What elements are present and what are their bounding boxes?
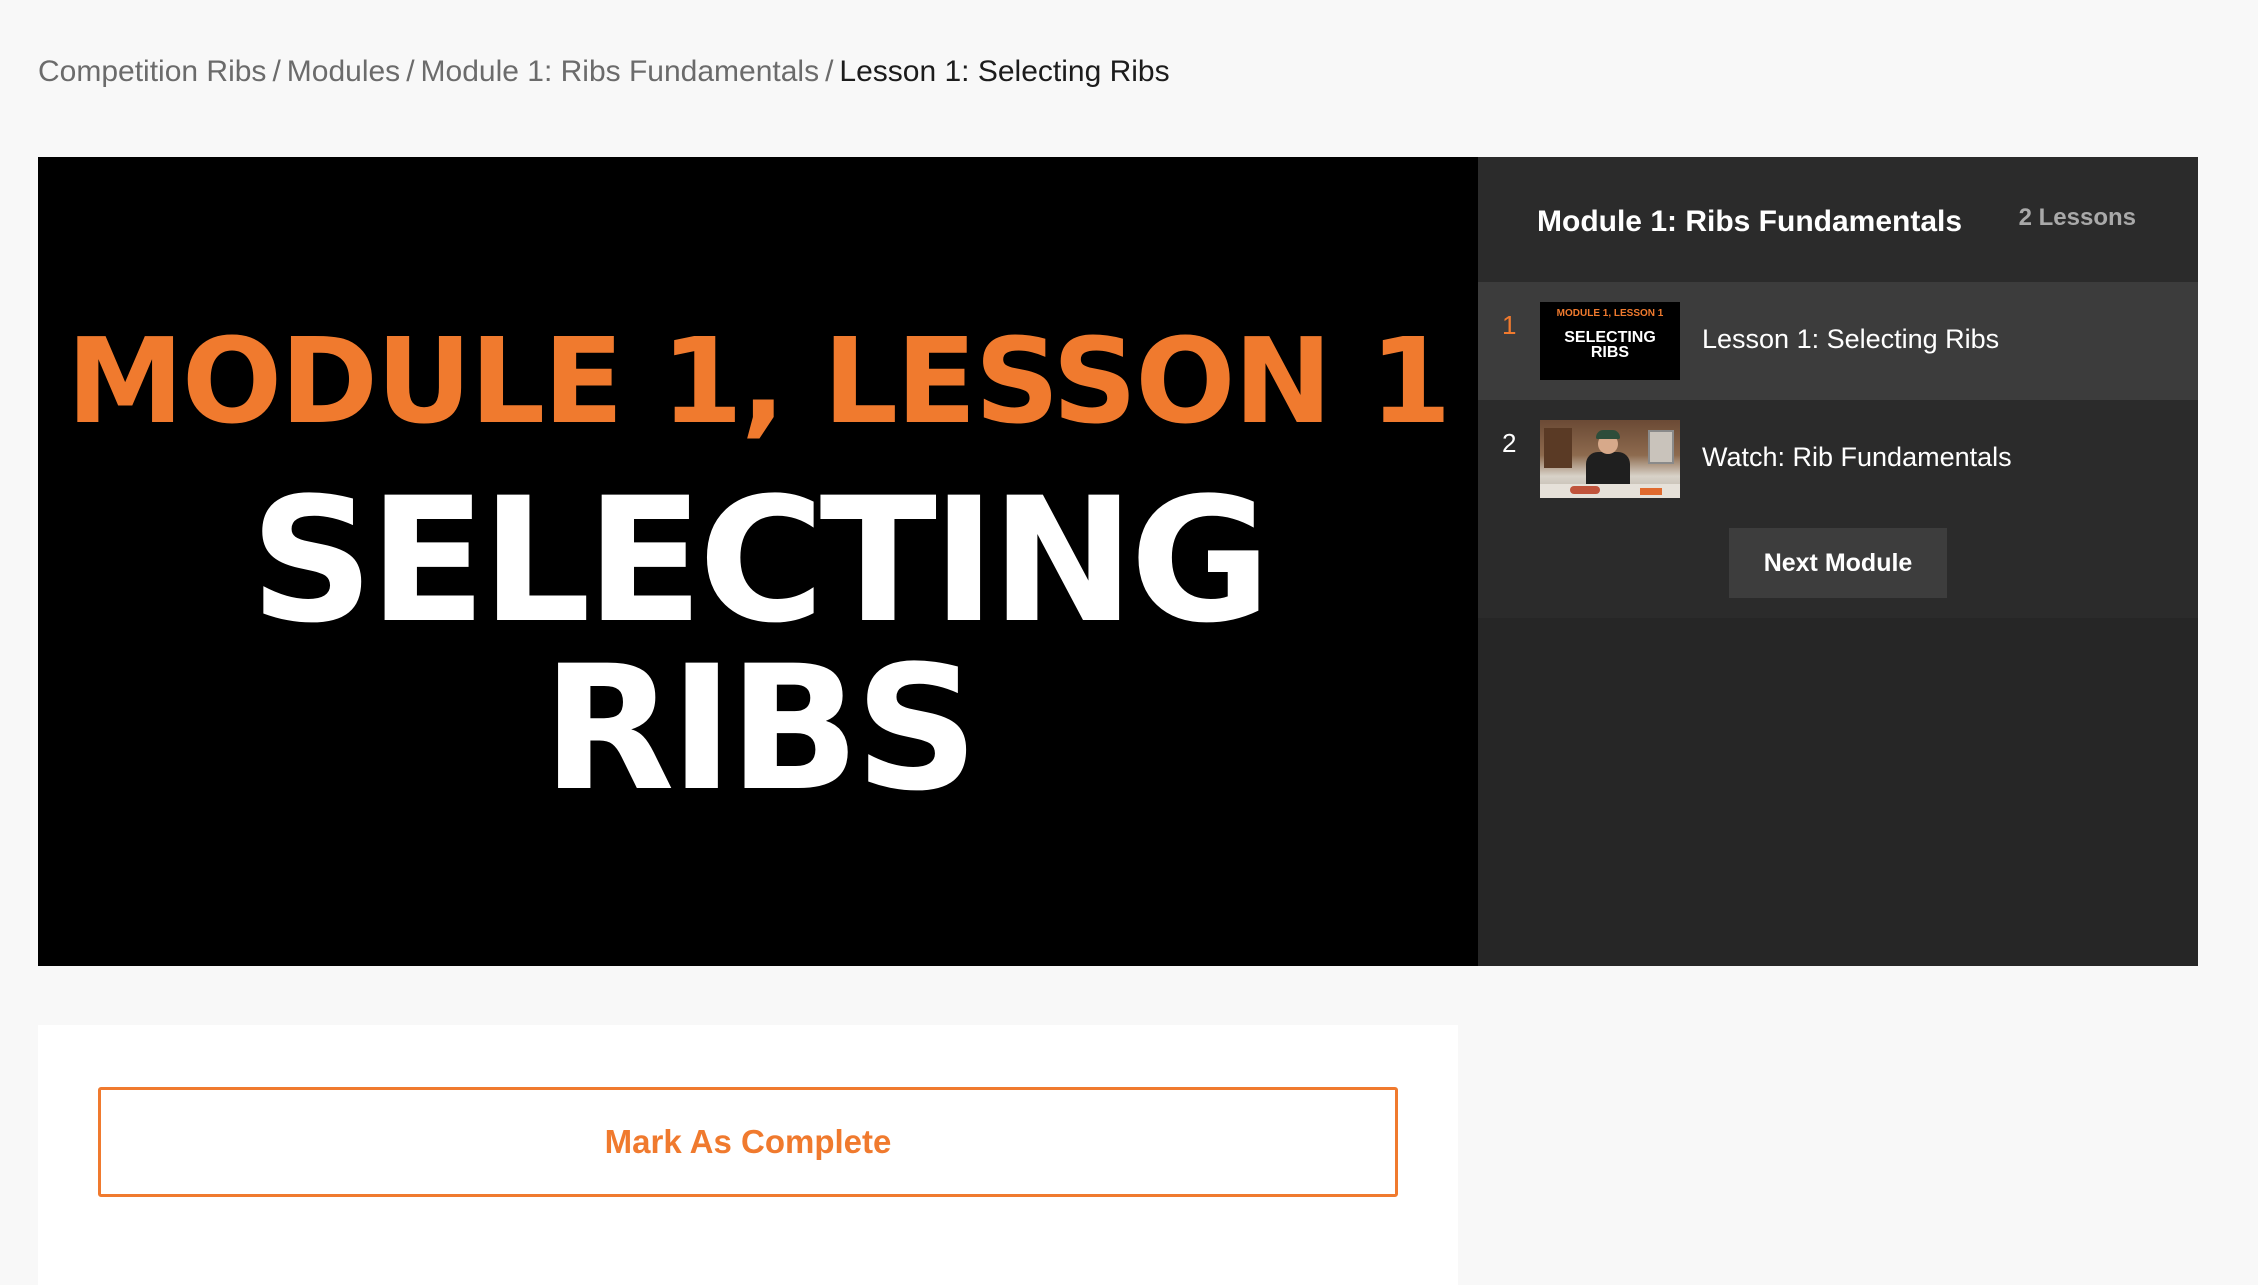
lesson-thumbnail: MODULE 1, LESSON 1 SELECTING RIBS xyxy=(1540,302,1680,380)
breadcrumb-current: Lesson 1: Selecting Ribs xyxy=(839,55,1170,88)
lesson-number: 2 xyxy=(1502,428,1517,458)
mark-complete-button[interactable]: Mark As Complete xyxy=(98,1087,1398,1197)
lesson-count: 2 Lessons xyxy=(2018,204,2136,231)
lesson-label: Watch: Rib Fundamentals xyxy=(1702,442,2012,472)
video-kicker: MODULE 1, LESSON 1 xyxy=(66,312,1451,450)
lesson-sidebar: Module 1: Ribs Fundamentals 2 Lessons 1 … xyxy=(1478,157,2198,966)
breadcrumb-separator: / xyxy=(825,55,834,88)
thumbnail-title-line-2: RIBS xyxy=(1590,344,1630,361)
thumbnail-title: SELECTING RIBS xyxy=(1540,329,1680,361)
lesson-label: Lesson 1: Selecting Ribs xyxy=(1702,324,2000,354)
next-module-button[interactable]: Next Module xyxy=(1729,528,1947,598)
sidebar-header: Module 1: Ribs Fundamentals 2 Lessons xyxy=(1478,157,2198,282)
breadcrumb-link-module[interactable]: Module 1: Ribs Fundamentals xyxy=(421,55,820,88)
video-title-line-2: RIBS xyxy=(542,628,978,829)
lesson-item-1[interactable]: 1 MODULE 1, LESSON 1 SELECTING RIBS Less… xyxy=(1478,282,2198,400)
lesson-item-2[interactable]: 2 Watch: Rib Fundamentals xyxy=(1478,400,2198,518)
lesson-content-card: Mark As Complete xyxy=(38,1025,1458,1285)
video-title-line-1: SELECTING xyxy=(249,460,1271,661)
breadcrumb-separator: / xyxy=(272,55,281,88)
breadcrumb-link-modules[interactable]: Modules xyxy=(287,55,400,88)
module-title: Module 1: Ribs Fundamentals xyxy=(1537,205,1963,238)
lesson-number: 1 xyxy=(1502,310,1517,340)
lesson-thumbnail-photo xyxy=(1540,420,1680,498)
thumbnail-title-line-1: SELECTING xyxy=(1564,329,1656,346)
lesson-list: 1 MODULE 1, LESSON 1 SELECTING RIBS Less… xyxy=(1478,282,2198,618)
breadcrumb: Competition Ribs / Modules / Module 1: Ribs … xyxy=(38,55,1170,89)
breadcrumb-link-course[interactable]: Competition Ribs xyxy=(38,55,266,88)
video-title: SELECTING RIBS xyxy=(38,460,1478,829)
thumbnail-kicker: MODULE 1, LESSON 1 xyxy=(1556,308,1664,319)
breadcrumb-separator: / xyxy=(406,55,415,88)
video-player[interactable]: MODULE 1, LESSON 1 SELECTING RIBS xyxy=(38,157,1478,966)
